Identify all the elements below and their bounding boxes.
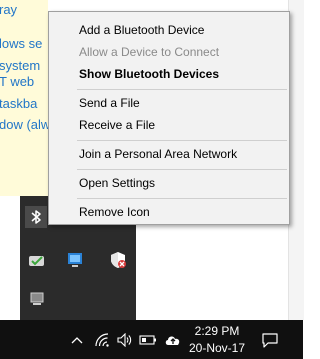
taskbar-clock[interactable]: 2:29 PM 20-Nov-17 [186, 320, 248, 359]
background-text-line: system [0, 58, 41, 73]
clock-date: 20-Nov-17 [188, 340, 246, 355]
menu-item-add-bluetooth-device[interactable]: Add a Bluetooth Device [49, 19, 289, 41]
menu-separator [77, 89, 287, 90]
action-center-icon[interactable] [258, 320, 282, 359]
chevron-up-icon[interactable] [66, 320, 88, 359]
menu-separator [77, 169, 287, 170]
background-text-line: T web [0, 74, 35, 89]
battery-icon[interactable] [138, 320, 158, 359]
defender-security-icon[interactable] [107, 249, 129, 271]
menu-item-receive-file[interactable]: Receive a File [49, 114, 289, 136]
background-text-line: lows se [0, 36, 43, 51]
volume-icon[interactable] [114, 320, 134, 359]
menu-item-join-personal-area-network[interactable]: Join a Personal Area Network [49, 143, 289, 165]
onedrive-sync-icon[interactable] [26, 249, 48, 271]
background-text-line: ray [0, 2, 18, 17]
menu-item-open-settings[interactable]: Open Settings [49, 172, 289, 194]
background-text-line: dow (alw [0, 117, 48, 132]
network-monitor-icon[interactable] [64, 249, 86, 271]
background-text-panel: ray lows se system T web taskba dow (alw [0, 0, 48, 196]
bluetooth-context-menu: Add a Bluetooth Device Allow a Device to… [48, 11, 290, 225]
menu-item-allow-device-to-connect: Allow a Device to Connect [79, 45, 220, 59]
wifi-icon[interactable] [92, 320, 112, 359]
display-icon[interactable] [26, 288, 48, 310]
menu-item-remove-icon[interactable]: Remove Icon [49, 201, 289, 223]
menu-item-send-file[interactable]: Send a File [49, 92, 289, 114]
taskbar: 2:29 PM 20-Nov-17 [0, 320, 303, 359]
clock-time: 2:29 PM [194, 323, 240, 338]
cloud-upload-icon[interactable] [162, 320, 184, 359]
background-window-edge [288, 0, 304, 320]
bluetooth-icon[interactable] [25, 206, 47, 228]
menu-separator [77, 140, 287, 141]
menu-item-show-bluetooth-devices[interactable]: Show Bluetooth Devices [49, 63, 289, 85]
menu-separator [77, 198, 287, 199]
background-text-line: taskba [0, 96, 38, 111]
